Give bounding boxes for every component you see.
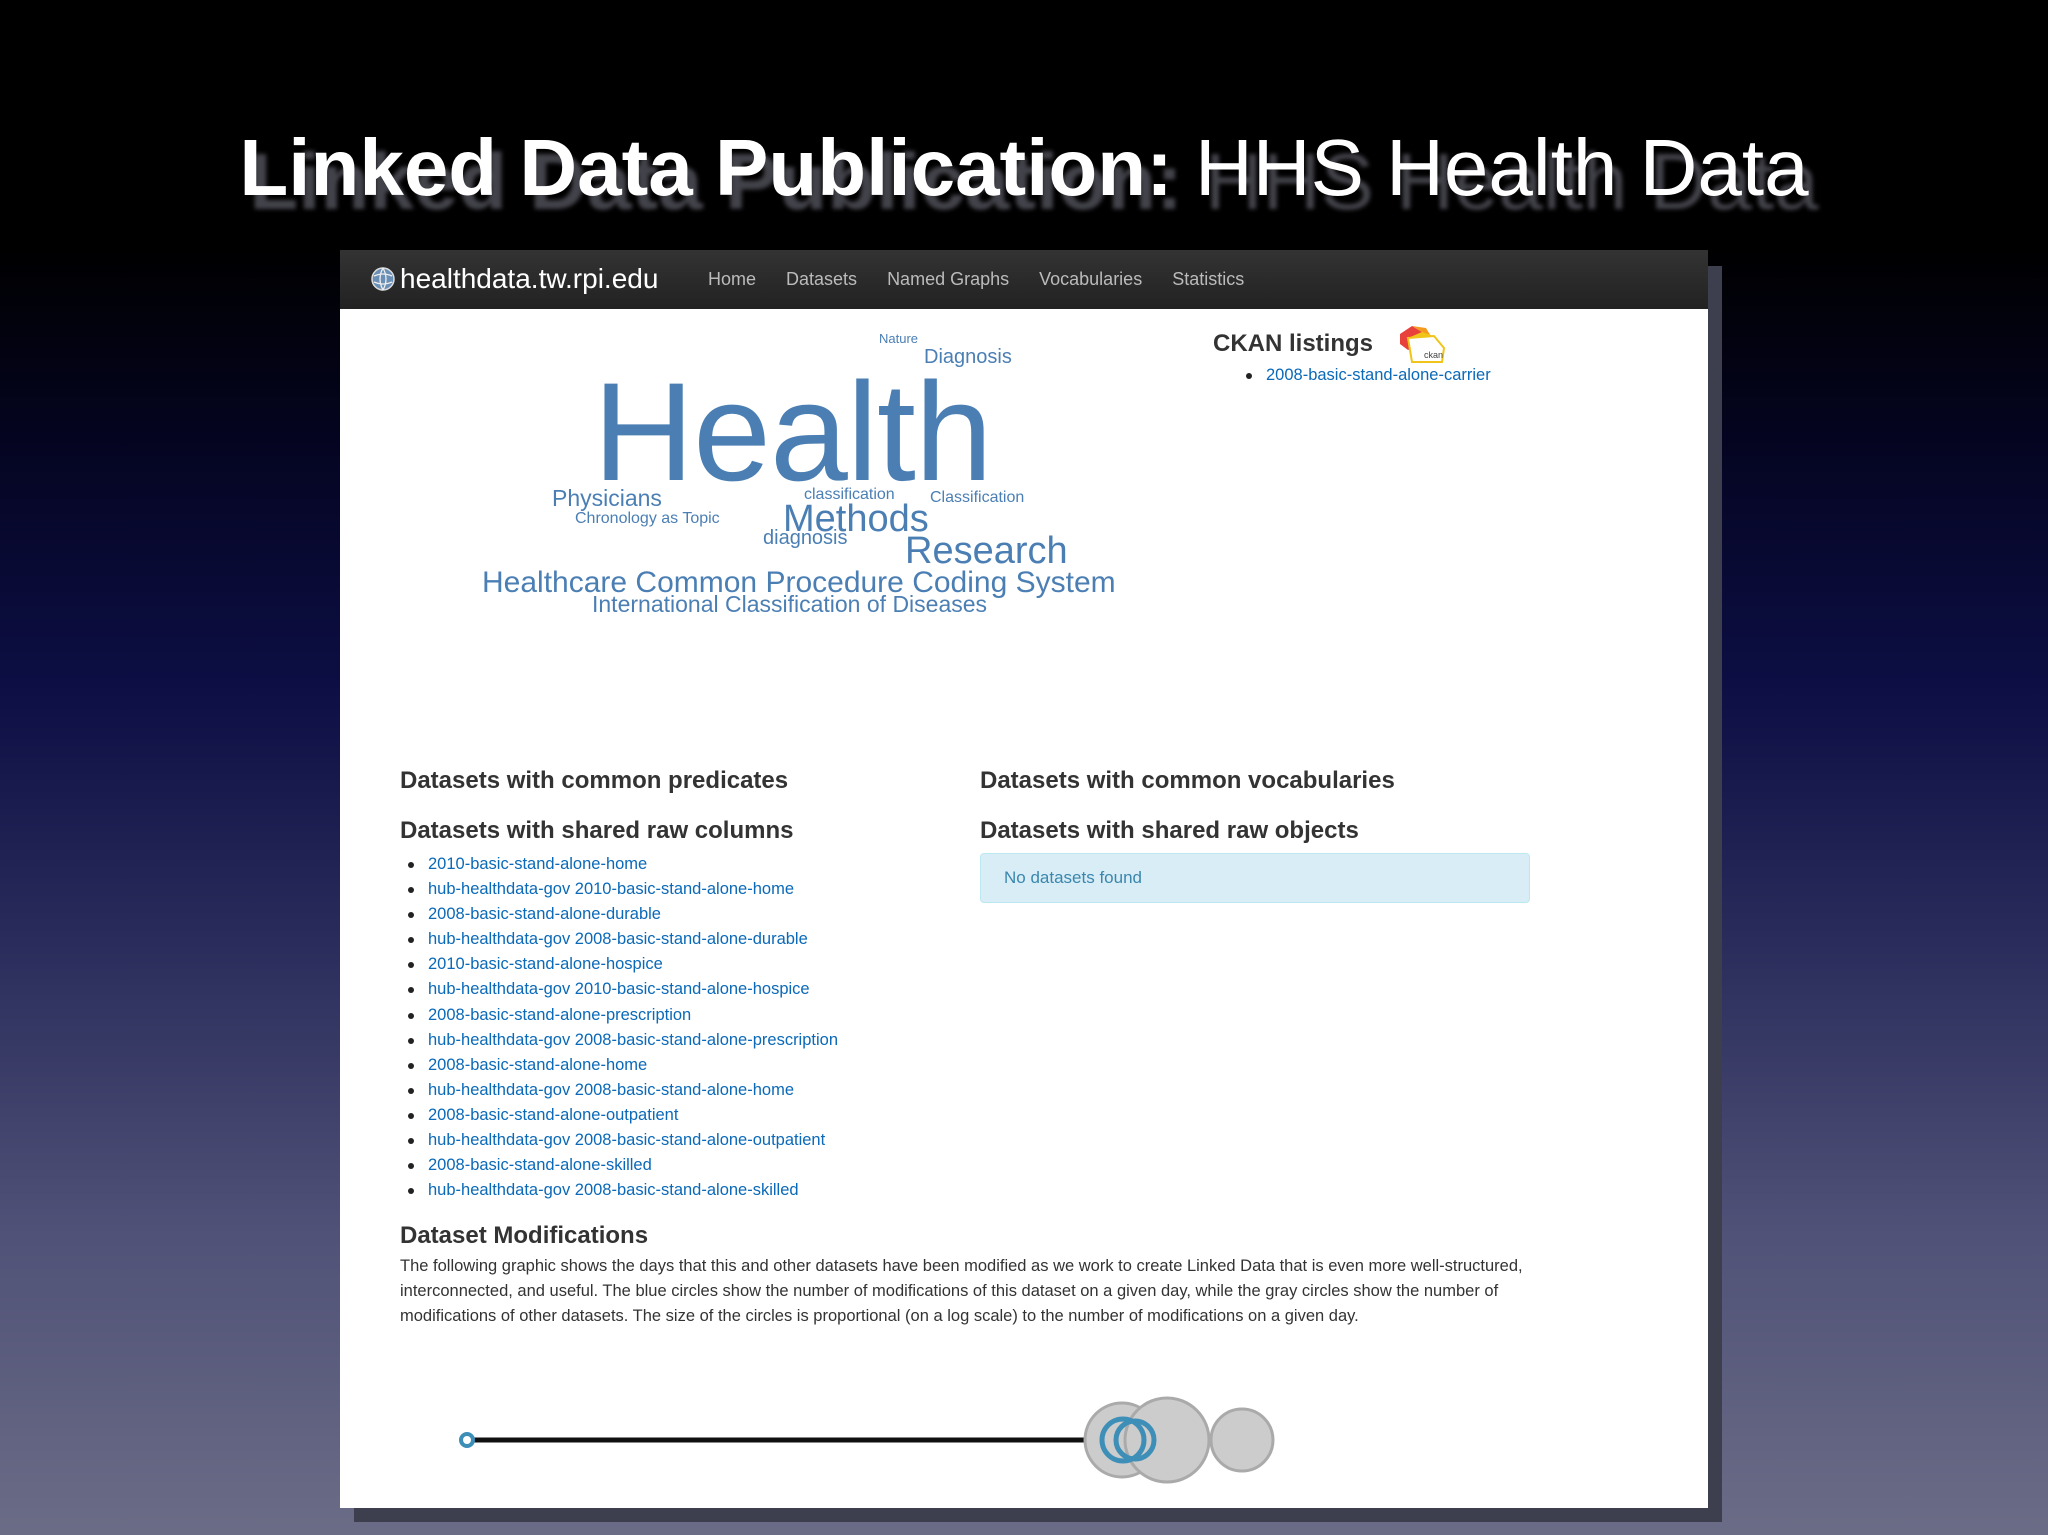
nav-home[interactable]: Home [708, 269, 756, 290]
dataset-link[interactable]: 2010-basic-stand-alone-hospice [400, 952, 838, 977]
globe-icon [371, 267, 395, 291]
tag-classification-upper[interactable]: Classification [930, 490, 1024, 506]
timeline-gray-circle [1209, 1407, 1275, 1473]
brand-text: healthdata.tw.rpi.edu [400, 263, 659, 294]
dataset-link[interactable]: hub-healthdata-gov 2008-basic-stand-alon… [400, 1028, 838, 1053]
dataset-link[interactable]: hub-healthdata-gov 2010-basic-stand-alon… [400, 977, 838, 1002]
tag-physicians[interactable]: Physicians [552, 487, 662, 510]
timeline-blue-circle [459, 1432, 475, 1448]
tag-nature[interactable]: Nature [879, 332, 918, 345]
ckan-item-link[interactable]: 2008-basic-stand-alone-carrier [1238, 363, 1491, 388]
svg-text:ckan: ckan [1424, 350, 1443, 360]
timeline-gray-circle [1123, 1396, 1211, 1484]
heading-common-predicates: Datasets with common predicates [400, 767, 789, 794]
dataset-link[interactable]: 2008-basic-stand-alone-skilled [400, 1153, 838, 1178]
dataset-link[interactable]: 2008-basic-stand-alone-durable [400, 902, 838, 927]
heading-shared-raw-columns: Datasets with shared raw columns [400, 817, 794, 844]
navbar: healthdata.tw.rpi.edu Home Datasets Name… [340, 250, 1708, 309]
heading-common-vocabularies: Datasets with common vocabularies [980, 767, 1395, 794]
ckan-list: 2008-basic-stand-alone-carrier [1238, 363, 1491, 388]
dataset-link[interactable]: hub-healthdata-gov 2008-basic-stand-alon… [400, 1128, 838, 1153]
dataset-link[interactable]: hub-healthdata-gov 2008-basic-stand-alon… [400, 1178, 838, 1203]
nav-menu: Home Datasets Named Graphs Vocabularies … [708, 250, 1274, 309]
dataset-link[interactable]: hub-healthdata-gov 2010-basic-stand-alon… [400, 877, 838, 902]
slide-title-bold: Linked Data Publication: [239, 123, 1173, 212]
nav-statistics[interactable]: Statistics [1172, 269, 1244, 290]
dataset-link[interactable]: hub-healthdata-gov 2008-basic-stand-alon… [400, 927, 838, 952]
dataset-link[interactable]: 2008-basic-stand-alone-home [400, 1053, 838, 1078]
brand-link[interactable]: healthdata.tw.rpi.edu [370, 257, 658, 301]
tag-health[interactable]: Health [593, 362, 993, 502]
tag-icd[interactable]: International Classification of Diseases [592, 593, 987, 616]
tag-chronology-as-topic[interactable]: Chronology as Topic [575, 511, 720, 527]
tag-cloud: Nature Diagnosis Health Physicians class… [340, 309, 1240, 639]
ckan-logo-icon: ckan [1400, 326, 1446, 363]
browser-screenshot: healthdata.tw.rpi.edu Home Datasets Name… [340, 250, 1708, 1508]
shared-raw-columns-list: 2010-basic-stand-alone-home hub-healthda… [400, 852, 838, 1203]
heading-dataset-modifications: Dataset Modifications [400, 1222, 649, 1249]
dataset-link[interactable]: 2008-basic-stand-alone-outpatient [400, 1103, 838, 1128]
nav-named-graphs[interactable]: Named Graphs [887, 269, 1009, 290]
modifications-description: The following graphic shows the days tha… [400, 1257, 1523, 1325]
dataset-link[interactable]: 2008-basic-stand-alone-prescription [400, 1003, 838, 1028]
ckan-listings-heading: CKAN listings [1213, 330, 1374, 357]
nav-datasets[interactable]: Datasets [786, 269, 857, 290]
heading-shared-raw-objects: Datasets with shared raw objects [980, 817, 1359, 844]
nav-vocabularies[interactable]: Vocabularies [1039, 269, 1142, 290]
slide-title-rest: HHS Health Data [1172, 123, 1809, 212]
tag-diagnosis-lower[interactable]: diagnosis [763, 528, 848, 548]
dataset-link[interactable]: 2010-basic-stand-alone-home [400, 852, 838, 877]
no-datasets-alert: No datasets found [980, 853, 1530, 903]
slide-title: Linked Data Publication: HHS Health Data [0, 118, 2048, 218]
modifications-timeline [459, 1396, 1275, 1484]
dataset-link[interactable]: hub-healthdata-gov 2008-basic-stand-alon… [400, 1078, 838, 1103]
tag-research[interactable]: Research [905, 532, 1068, 570]
